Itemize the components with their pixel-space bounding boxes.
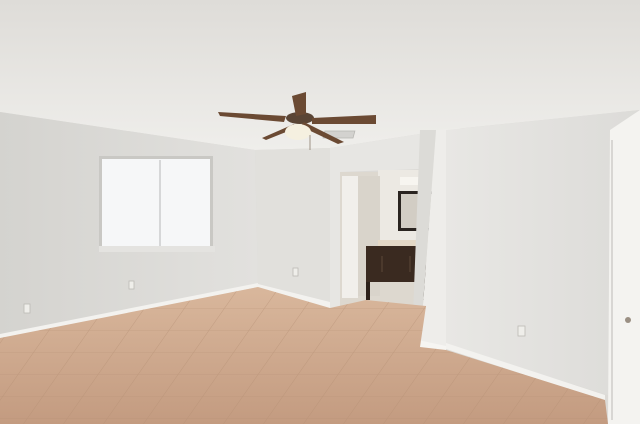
back-wall	[255, 148, 330, 309]
fan-light	[285, 124, 311, 140]
wall-outlet	[292, 267, 299, 277]
door-hinge	[625, 317, 631, 323]
door-frame	[608, 110, 640, 424]
wall-outlet	[128, 280, 135, 290]
window	[99, 156, 215, 252]
wall-outlet	[23, 303, 31, 314]
room-photo	[0, 0, 640, 424]
wall-outlet	[517, 325, 526, 337]
